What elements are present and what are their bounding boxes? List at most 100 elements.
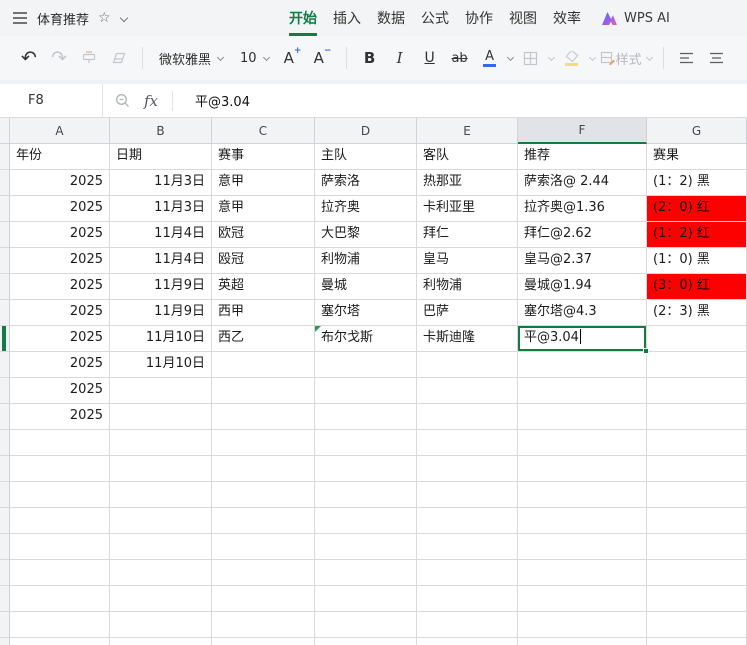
cell-C11[interactable] (212, 404, 315, 430)
tab-insert[interactable]: 插入 (333, 0, 361, 36)
cell-E8[interactable]: 卡斯迪隆 (417, 326, 518, 352)
row-header-16[interactable] (0, 534, 10, 560)
cell-D17[interactable] (315, 560, 417, 586)
cell-A3[interactable]: 2025 (10, 196, 110, 222)
cell-F14[interactable] (518, 482, 647, 508)
column-header-D[interactable]: D (315, 118, 417, 144)
tab-efficiency[interactable]: 效率 (553, 0, 581, 36)
cell-E20[interactable] (417, 638, 518, 645)
cell-E2[interactable]: 热那亚 (417, 170, 518, 196)
cell-F20[interactable] (518, 638, 647, 645)
cell-E18[interactable] (417, 586, 518, 612)
cell-G15[interactable] (647, 508, 747, 534)
cell-C14[interactable] (212, 482, 315, 508)
row-header-14[interactable] (0, 482, 10, 508)
borders-chevron-icon[interactable] (548, 55, 555, 62)
cell-C4[interactable]: 欧冠 (212, 222, 315, 248)
underline-button[interactable]: U (417, 44, 443, 72)
cell-E4[interactable]: 拜仁 (417, 222, 518, 248)
cell-F15[interactable] (518, 508, 647, 534)
cell-A14[interactable] (10, 482, 110, 508)
grid-corner-cell[interactable] (0, 118, 10, 144)
cell-B8[interactable]: 11月10日 (110, 326, 212, 352)
redo-button[interactable]: ↷ (46, 44, 72, 72)
font-size-select[interactable]: 10 (234, 45, 276, 71)
cell-G12[interactable] (647, 430, 747, 456)
cell-C12[interactable] (212, 430, 315, 456)
cell-D4[interactable]: 大巴黎 (315, 222, 417, 248)
cell-C17[interactable] (212, 560, 315, 586)
cell-A6[interactable]: 2025 (10, 274, 110, 300)
cell-A2[interactable]: 2025 (10, 170, 110, 196)
cell-F12[interactable] (518, 430, 647, 456)
row-header-12[interactable] (0, 430, 10, 456)
cell-D9[interactable] (315, 352, 417, 378)
cell-D13[interactable] (315, 456, 417, 482)
cell-D1[interactable]: 主队 (315, 144, 417, 170)
fill-handle[interactable] (643, 348, 649, 354)
cell-B17[interactable] (110, 560, 212, 586)
cell-G18[interactable] (647, 586, 747, 612)
cell-F7[interactable]: 塞尔塔@4.3 (518, 300, 647, 326)
cell-F10[interactable] (518, 378, 647, 404)
cell-B2[interactable]: 11月3日 (110, 170, 212, 196)
row-header-13[interactable] (0, 456, 10, 482)
align-left-button[interactable] (674, 44, 700, 72)
cell-D3[interactable]: 拉齐奥 (315, 196, 417, 222)
cell-C8[interactable]: 西乙 (212, 326, 315, 352)
fill-color-chevron-icon[interactable] (589, 55, 596, 62)
cell-G10[interactable] (647, 378, 747, 404)
cell-A11[interactable]: 2025 (10, 404, 110, 430)
cell-F16[interactable] (518, 534, 647, 560)
column-header-C[interactable]: C (212, 118, 315, 144)
column-header-E[interactable]: E (417, 118, 518, 144)
cell-G16[interactable] (647, 534, 747, 560)
row-header-9[interactable] (0, 352, 10, 378)
undo-button[interactable]: ↶ (16, 44, 42, 72)
cell-B14[interactable] (110, 482, 212, 508)
cell-A5[interactable]: 2025 (10, 248, 110, 274)
cell-D20[interactable] (315, 638, 417, 645)
cell-B13[interactable] (110, 456, 212, 482)
cell-A17[interactable] (10, 560, 110, 586)
tab-collaborate[interactable]: 协作 (465, 0, 493, 36)
row-header-11[interactable] (0, 404, 10, 430)
cell-G4[interactable]: (1：2) 红 (647, 222, 747, 248)
cell-B6[interactable]: 11月9日 (110, 274, 212, 300)
row-header-5[interactable] (0, 248, 10, 274)
cell-A20[interactable] (10, 638, 110, 645)
cell-E7[interactable]: 巴萨 (417, 300, 518, 326)
cell-E16[interactable] (417, 534, 518, 560)
cell-B10[interactable] (110, 378, 212, 404)
cell-B4[interactable]: 11月4日 (110, 222, 212, 248)
cell-B18[interactable] (110, 586, 212, 612)
strikethrough-button[interactable]: ab (447, 44, 473, 72)
cell-style-button[interactable]: 样式 (600, 44, 642, 72)
name-box[interactable]: F8 (0, 84, 103, 117)
cell-E15[interactable] (417, 508, 518, 534)
cell-A15[interactable] (10, 508, 110, 534)
cell-F18[interactable] (518, 586, 647, 612)
cell-D10[interactable] (315, 378, 417, 404)
row-header-18[interactable] (0, 586, 10, 612)
cell-G2[interactable]: (1：2) 黑 (647, 170, 747, 196)
font-color-button[interactable]: A (477, 44, 503, 72)
cell-C7[interactable]: 西甲 (212, 300, 315, 326)
cell-A13[interactable] (10, 456, 110, 482)
row-header-1[interactable] (0, 144, 10, 170)
cell-F11[interactable] (518, 404, 647, 430)
cell-A18[interactable] (10, 586, 110, 612)
insert-function-button[interactable]: fx (144, 92, 158, 110)
cell-G11[interactable] (647, 404, 747, 430)
cell-G20[interactable] (647, 638, 747, 645)
tab-data[interactable]: 数据 (377, 0, 405, 36)
font-color-chevron-icon[interactable] (507, 55, 514, 62)
title-chevron-down-icon[interactable] (120, 14, 128, 22)
cell-E12[interactable] (417, 430, 518, 456)
cell-E11[interactable] (417, 404, 518, 430)
cell-E17[interactable] (417, 560, 518, 586)
cell-E19[interactable] (417, 612, 518, 638)
cell-E9[interactable] (417, 352, 518, 378)
row-header-2[interactable] (0, 170, 10, 196)
cell-D14[interactable] (315, 482, 417, 508)
